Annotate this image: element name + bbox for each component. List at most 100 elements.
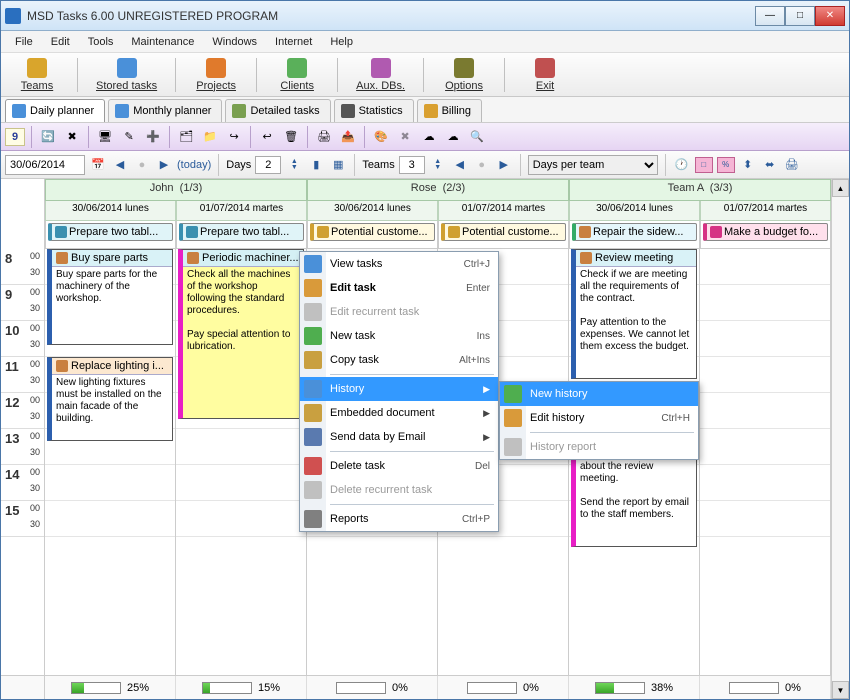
day-column[interactable]: Buy spare partsBuy spare parts for the m…: [45, 249, 176, 675]
calendar-icon[interactable]: 📅: [89, 156, 107, 174]
toolbar-exit[interactable]: Exit: [515, 56, 575, 94]
menu-item-new-history[interactable]: New history: [500, 382, 698, 406]
tab-daily-planner[interactable]: Daily planner: [5, 99, 105, 122]
menu-tools[interactable]: Tools: [80, 34, 122, 50]
tab-statistics[interactable]: Statistics: [334, 99, 414, 122]
day-header[interactable]: 01/07/2014 martes: [438, 201, 569, 221]
scroll-up-icon[interactable]: ▲: [832, 179, 849, 197]
tab-detailed-tasks[interactable]: Detailed tasks: [225, 99, 330, 122]
toolbar-projects[interactable]: Projects: [186, 56, 246, 94]
menu-item-new-task[interactable]: New taskIns: [300, 324, 498, 348]
calendar-event[interactable]: Review meetingCheck if we are meeting al…: [571, 249, 697, 379]
cards-icon[interactable]: 🗂: [176, 127, 196, 147]
day-column[interactable]: Review meetingCheck if we are meeting al…: [569, 249, 700, 675]
team-header-rose[interactable]: Rose (2/3): [307, 179, 569, 201]
spin-up-icon[interactable]: ▲▼: [285, 156, 303, 174]
menu-windows[interactable]: Windows: [204, 34, 265, 50]
menu-item-reports[interactable]: ReportsCtrl+P: [300, 507, 498, 531]
history-submenu[interactable]: New historyEdit historyCtrl+HHistory rep…: [499, 381, 699, 460]
today-link[interactable]: (today): [177, 159, 211, 171]
clock-icon[interactable]: 🕐: [673, 156, 691, 174]
toolbar-teams[interactable]: Teams: [7, 56, 67, 94]
menu-item-embedded-document[interactable]: Embedded document▶: [300, 401, 498, 425]
vertical-scrollbar[interactable]: ▲ ▼: [831, 179, 849, 699]
mode-select[interactable]: Days per team: [528, 155, 658, 175]
allday-task[interactable]: Potential custome...: [441, 223, 566, 241]
days-spinner[interactable]: [255, 156, 281, 174]
allday-task[interactable]: Prepare two tabl...: [179, 223, 304, 241]
minimize-button[interactable]: —: [755, 6, 785, 26]
menu-item-history[interactable]: History▶: [300, 377, 498, 401]
menu-edit[interactable]: Edit: [43, 34, 78, 50]
toolbar-clients[interactable]: Clients: [267, 56, 327, 94]
allday-task[interactable]: Make a budget fo...: [703, 223, 828, 241]
team-header-teama[interactable]: Team A (3/3): [569, 179, 831, 201]
team-prev-icon[interactable]: ◀: [451, 156, 469, 174]
menu-item-edit-task[interactable]: Edit taskEnter: [300, 276, 498, 300]
menu-icon: [504, 385, 522, 403]
day-column[interactable]: [700, 249, 831, 675]
menu-item-send-data-by-email[interactable]: Send data by Email▶: [300, 425, 498, 449]
search-icon[interactable]: 🔍: [467, 127, 487, 147]
menu-help[interactable]: Help: [322, 34, 361, 50]
grid-icon[interactable]: ▦: [329, 156, 347, 174]
menu-item-view-tasks[interactable]: View tasksCtrl+J: [300, 252, 498, 276]
layout-h-icon[interactable]: ⬍: [739, 156, 757, 174]
pink-btn2-icon[interactable]: %: [717, 157, 735, 173]
day-header[interactable]: 01/07/2014 martes: [176, 201, 307, 221]
menu-file[interactable]: File: [7, 34, 41, 50]
maximize-button[interactable]: □: [785, 6, 815, 26]
screen-icon[interactable]: 🖥: [95, 127, 115, 147]
allday-task[interactable]: Repair the sidew...: [572, 223, 697, 241]
cloud-icon[interactable]: ☁: [419, 127, 439, 147]
tab-monthly-planner[interactable]: Monthly planner: [108, 99, 222, 122]
menu-item-delete-task[interactable]: Delete taskDel: [300, 454, 498, 478]
prev-arrow-icon[interactable]: ◀: [111, 156, 129, 174]
single-day-icon[interactable]: ▮: [307, 156, 325, 174]
allday-task[interactable]: Prepare two tabl...: [48, 223, 173, 241]
next-arrow-icon[interactable]: ▶: [155, 156, 173, 174]
pink-btn1-icon[interactable]: □: [695, 157, 713, 173]
day-header[interactable]: 30/06/2014 lunes: [569, 201, 700, 221]
team-header-john[interactable]: John (1/3): [45, 179, 307, 201]
day-header[interactable]: 30/06/2014 lunes: [307, 201, 438, 221]
day-header[interactable]: 01/07/2014 martes: [700, 201, 831, 221]
team-stop-icon[interactable]: ●: [473, 156, 491, 174]
palette-icon[interactable]: 🎨: [371, 127, 391, 147]
spin-up2-icon[interactable]: ▲▼: [429, 156, 447, 174]
folder-icon[interactable]: 📁: [200, 127, 220, 147]
door-out-icon[interactable]: ↪: [224, 127, 244, 147]
toolbar-options[interactable]: Options: [434, 56, 494, 94]
export-icon[interactable]: 📤: [338, 127, 358, 147]
menu-item-edit-history[interactable]: Edit historyCtrl+H: [500, 406, 698, 430]
tab-billing[interactable]: Billing: [417, 99, 482, 122]
context-menu[interactable]: View tasksCtrl+JEdit taskEnterEdit recur…: [299, 251, 499, 532]
delete-icon[interactable]: 🗑: [281, 127, 301, 147]
teams-spinner[interactable]: [399, 156, 425, 174]
close-button[interactable]: ✕: [815, 6, 845, 26]
print-icon[interactable]: 🖨: [314, 127, 334, 147]
door-in-icon[interactable]: ↩: [257, 127, 277, 147]
date-input[interactable]: [5, 155, 85, 175]
toolbar-aux-dbs-[interactable]: Aux. DBs.: [348, 56, 413, 94]
print2-icon[interactable]: 🖨: [783, 156, 801, 174]
allday-task[interactable]: Potential custome...: [310, 223, 435, 241]
edit-icon[interactable]: ✎: [119, 127, 139, 147]
scroll-down-icon[interactable]: ▼: [832, 681, 849, 699]
day-column[interactable]: Periodic machiner...Check all the machin…: [176, 249, 307, 675]
toolbar-stored-tasks[interactable]: Stored tasks: [88, 56, 165, 94]
menu-maintenance[interactable]: Maintenance: [123, 34, 202, 50]
calendar-event[interactable]: Periodic machiner...Check all the machin…: [178, 249, 304, 419]
menu-internet[interactable]: Internet: [267, 34, 320, 50]
refresh-icon[interactable]: 🔄: [38, 127, 58, 147]
clear-icon[interactable]: ✖: [62, 127, 82, 147]
team-next-icon[interactable]: ▶: [495, 156, 513, 174]
stop-icon[interactable]: ●: [133, 156, 151, 174]
calendar-event[interactable]: Buy spare partsBuy spare parts for the m…: [47, 249, 173, 345]
menu-item-copy-task[interactable]: Copy taskAlt+Ins: [300, 348, 498, 372]
calendar-event[interactable]: Replace lighting i...New lighting fixtur…: [47, 357, 173, 441]
add-icon[interactable]: ➕: [143, 127, 163, 147]
layout-v-icon[interactable]: ⬌: [761, 156, 779, 174]
day-header[interactable]: 30/06/2014 lunes: [45, 201, 176, 221]
cloud2-icon[interactable]: ☁: [443, 127, 463, 147]
